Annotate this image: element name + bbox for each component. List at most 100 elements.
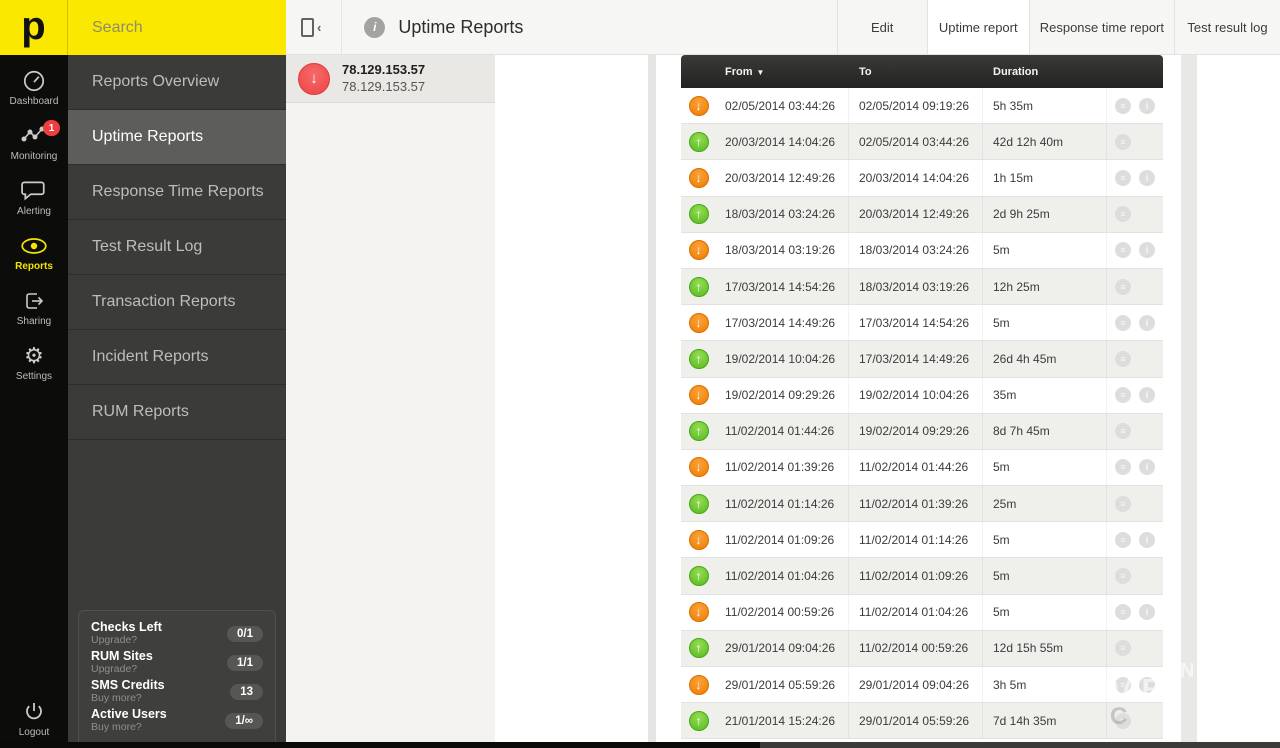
status-arrow-icon: ↓ — [688, 95, 709, 116]
outage-to: 20/03/2014 12:49:26 — [849, 196, 983, 232]
gauge-icon — [21, 68, 47, 94]
stat-label: RUM Sites — [91, 649, 153, 664]
sidebar-item-settings[interactable]: ⚙ Settings — [0, 335, 68, 390]
info-dot-icon[interactable]: i — [1139, 242, 1155, 259]
analysis-icon[interactable]: ≡ — [1115, 531, 1131, 548]
analysis-icon[interactable]: ≡ — [1115, 568, 1131, 585]
outage-duration: 5m — [983, 594, 1107, 630]
analysis-icon[interactable]: ≡ — [1115, 712, 1131, 729]
outage-duration: 8d 7h 45m — [983, 413, 1107, 449]
content-scrollbar[interactable] — [1181, 55, 1197, 742]
stat-upsell-link[interactable]: Buy more? — [91, 721, 225, 733]
reports-nav-item[interactable]: RUM Reports — [68, 385, 286, 440]
status-arrow-icon: ↓ — [688, 167, 709, 188]
outage-from: 11/02/2014 00:59:26 — [716, 594, 849, 630]
outage-row: ↑ 21/01/2014 15:24:26 29/01/2014 05:59:2… — [681, 703, 1163, 740]
outage-duration: 3h 5m — [983, 667, 1107, 703]
info-dot-icon[interactable]: i — [1139, 604, 1155, 621]
analysis-icon[interactable]: ≡ — [1115, 459, 1131, 476]
analysis-icon[interactable]: ≡ — [1115, 242, 1131, 259]
analysis-icon[interactable]: ≡ — [1115, 350, 1131, 367]
outage-from: 19/02/2014 09:29:26 — [716, 377, 849, 413]
column-header-from[interactable]: From ▼ — [716, 66, 849, 78]
info-dot-icon[interactable]: i — [1139, 459, 1155, 476]
analysis-icon[interactable]: ≡ — [1115, 423, 1131, 440]
analysis-icon[interactable]: ≡ — [1115, 97, 1131, 114]
check-panel-scrollbar[interactable] — [648, 55, 656, 742]
status-arrow-icon: ↓ — [688, 240, 709, 261]
pingdom-logo-icon: p — [21, 3, 46, 48]
reports-nav-item[interactable]: Response Time Reports — [68, 165, 286, 220]
topbar-button[interactable]: Edit — [836, 0, 927, 54]
analysis-icon[interactable]: ≡ — [1115, 387, 1131, 404]
sidebar-item-dashboard[interactable]: Dashboard — [0, 60, 68, 115]
collapse-panel-button[interactable]: ‹ — [286, 0, 343, 54]
info-dot-icon[interactable]: i — [1139, 314, 1155, 331]
stat-upsell-link[interactable]: Upgrade? — [91, 634, 227, 646]
info-dot-icon[interactable]: i — [1139, 531, 1155, 548]
outage-duration: 1h 15m — [983, 160, 1107, 196]
reports-nav-item-label: RUM Reports — [92, 403, 189, 420]
stat-upsell-link[interactable]: Buy more? — [91, 692, 230, 704]
column-header-duration[interactable]: Duration — [983, 66, 1107, 78]
outage-row: ↓ 11/02/2014 00:59:26 11/02/2014 01:04:2… — [681, 594, 1163, 631]
brand-logo[interactable]: p — [0, 0, 68, 55]
search-input[interactable] — [92, 18, 299, 37]
sidebar-item-sharing[interactable]: Sharing — [0, 280, 68, 335]
outage-duration: 42d 12h 40m — [983, 124, 1107, 160]
outage-row: ↓ 11/02/2014 01:09:26 11/02/2014 01:14:2… — [681, 522, 1163, 559]
stat-label: SMS Credits — [91, 678, 165, 693]
search-bar — [68, 0, 299, 55]
stat-upsell-link[interactable]: Upgrade? — [91, 663, 227, 675]
analysis-icon[interactable]: ≡ — [1115, 604, 1131, 621]
check-list-item-selected[interactable]: ↓ 78.129.153.57 78.129.153.57 — [286, 55, 495, 103]
page-title-zone: i Uptime Reports — [342, 0, 523, 54]
reports-nav-item-label: Test Result Log — [92, 238, 203, 255]
analysis-icon[interactable]: ≡ — [1115, 495, 1131, 512]
topbar-button[interactable]: Test result log — [1174, 0, 1280, 54]
outage-row: ↑ 11/02/2014 01:44:26 19/02/2014 09:29:2… — [681, 413, 1163, 450]
analysis-icon[interactable]: ≡ — [1115, 278, 1131, 295]
reports-nav-item[interactable]: Test Result Log — [68, 220, 286, 275]
outage-from: 29/01/2014 05:59:26 — [716, 667, 849, 703]
reports-nav-item[interactable]: Uptime Reports — [68, 110, 286, 165]
info-icon[interactable]: i — [364, 16, 386, 38]
outage-duration: 5m — [983, 449, 1107, 486]
outage-from: 18/03/2014 03:24:26 — [716, 196, 849, 232]
sidebar-item-label: Dashboard — [9, 96, 59, 107]
info-dot-icon[interactable]: i — [1139, 97, 1155, 114]
analysis-icon[interactable]: ≡ — [1115, 169, 1131, 186]
eye-icon — [19, 233, 49, 259]
status-arrow-icon: ↑ — [688, 348, 709, 369]
analysis-icon[interactable]: ≡ — [1115, 133, 1131, 150]
reports-nav-item[interactable]: Transaction Reports — [68, 275, 286, 330]
column-header-to[interactable]: To — [849, 66, 983, 78]
outage-duration: 5m — [983, 558, 1107, 594]
analysis-icon[interactable]: ≡ — [1115, 676, 1131, 693]
analysis-icon[interactable]: ≡ — [1115, 206, 1131, 223]
table-body: ↓ 02/05/2014 03:44:26 02/05/2014 09:19:2… — [681, 88, 1163, 740]
info-dot-icon[interactable]: i — [1139, 169, 1155, 186]
info-dot-icon[interactable]: i — [1139, 387, 1155, 404]
sidebar-item-alerting[interactable]: Alerting — [0, 170, 68, 225]
outage-duration: 5m — [983, 305, 1107, 341]
video-progress-bar[interactable] — [0, 742, 1280, 748]
outage-row: ↑ 29/01/2014 09:04:26 11/02/2014 00:59:2… — [681, 630, 1163, 667]
analysis-icon[interactable]: ≡ — [1115, 314, 1131, 331]
topbar-button[interactable]: Uptime report — [926, 0, 1029, 54]
topbar-button[interactable]: Response time report — [1028, 0, 1174, 54]
outage-row: ↓ 19/02/2014 09:29:26 19/02/2014 10:04:2… — [681, 377, 1163, 414]
reports-nav-item[interactable]: Reports Overview — [68, 55, 286, 110]
logout-button[interactable]: Logout — [0, 700, 68, 738]
status-arrow-icon: ↑ — [688, 131, 709, 152]
reports-nav-item[interactable]: Incident Reports — [68, 330, 286, 385]
sidebar-item-reports[interactable]: Reports — [0, 225, 68, 280]
analysis-icon[interactable]: ≡ — [1115, 640, 1131, 657]
outage-row: ↓ 20/03/2014 12:49:26 20/03/2014 14:04:2… — [681, 160, 1163, 197]
info-dot-icon[interactable]: i — [1139, 676, 1155, 693]
status-arrow-icon: ↓ — [688, 385, 709, 406]
sidebar-item-label: Sharing — [16, 316, 52, 327]
sidebar-item-monitoring[interactable]: Monitoring 1 — [0, 115, 68, 170]
sidebar-item-label: Settings — [15, 371, 53, 382]
chevron-left-icon: ‹ — [317, 19, 322, 35]
